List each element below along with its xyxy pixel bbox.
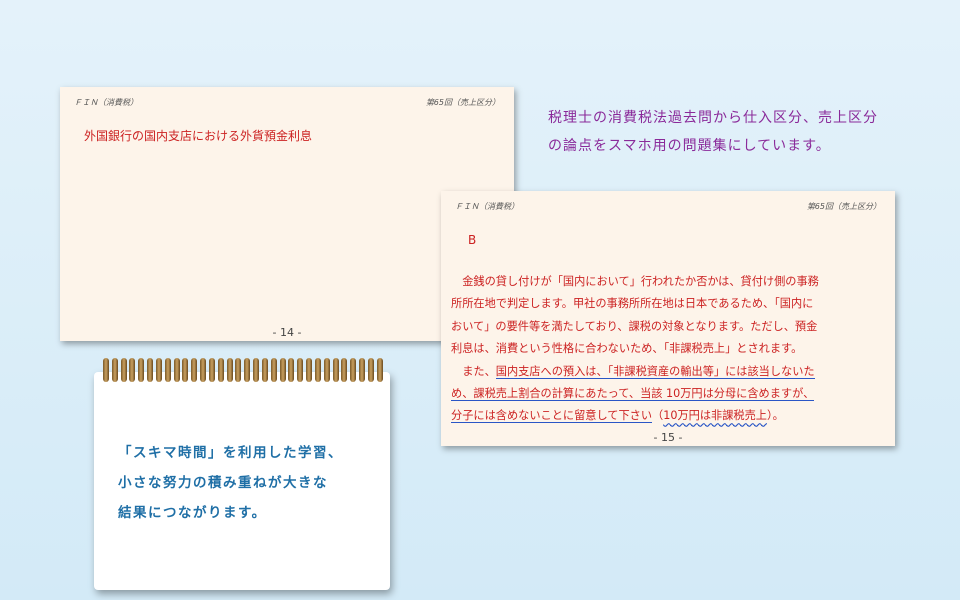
explanation-text: また、 xyxy=(451,364,496,378)
spiral-ring-icon xyxy=(120,358,127,382)
spiral-ring-icon xyxy=(129,358,136,382)
spiral-ring-icon xyxy=(253,358,260,382)
spiral-ring-icon xyxy=(182,358,189,382)
spiral-ring-icon xyxy=(332,358,339,382)
explanation-line: 所所在地で判定します。甲社の事務所所在地は日本であるため、「国内に xyxy=(451,297,814,311)
answer-letter: B xyxy=(468,233,477,247)
spiral-ring-icon xyxy=(226,358,233,382)
spiral-ring-icon xyxy=(235,358,242,382)
spiral-ring-icon xyxy=(270,358,277,382)
explanation-line: め、課税売上割合の計算にあたって、当該 10万円は分母に含めますが、 xyxy=(451,383,891,405)
spiral-ring-icon xyxy=(155,358,162,382)
spiral-binding-icon xyxy=(103,358,383,384)
card-header: ＦＩＮ（消費税） 第65回（売上区分） xyxy=(455,201,881,212)
spiral-ring-icon xyxy=(173,358,180,382)
wavy-underlined-text: 10万円は非課税売上 xyxy=(663,409,767,423)
spiral-ring-icon xyxy=(200,358,207,382)
spiral-ring-icon xyxy=(164,358,171,382)
underlined-text: め、課税売上割合の計算にあたって、当該 10万円は分母に含めますが、 xyxy=(451,387,815,402)
spiral-ring-icon xyxy=(314,358,321,382)
spiral-ring-icon xyxy=(261,358,268,382)
spiral-ring-icon xyxy=(376,358,383,382)
underlined-text: 国内支店への預入は、「非課税資産の輸出等」には該当しないた xyxy=(495,364,815,379)
card-header-left: ＦＩＮ（消費税） xyxy=(455,202,519,211)
page-number: - 15 - xyxy=(653,431,683,444)
spiral-ring-icon xyxy=(191,358,198,382)
spiral-ring-icon xyxy=(103,358,109,382)
spiral-ring-icon xyxy=(297,358,304,382)
notebook-line: 「スキマ時間」を利用した学習、 xyxy=(118,445,343,461)
notebook-line: 小さな努力の積み重ねが大きな xyxy=(118,475,328,491)
explanation-line: おいて」の要件等を満たしており、課税の対象となります。ただし、預金 xyxy=(451,319,818,333)
spiral-ring-icon xyxy=(111,358,118,382)
spiral-ring-icon xyxy=(279,358,286,382)
card-header: ＦＩＮ（消費税） 第65回（売上区分） xyxy=(74,97,500,108)
spiral-ring-icon xyxy=(323,358,330,382)
intro-text: 税理士の消費税法過去問から仕入区分、売上区分 の論点をスマホ用の問題集にしていま… xyxy=(548,104,938,160)
intro-line: の論点をスマホ用の問題集にしています。 xyxy=(548,138,831,154)
spiral-ring-icon xyxy=(341,358,348,382)
card-header-right: 第65回（売上区分） xyxy=(806,202,881,211)
spiral-ring-icon xyxy=(306,358,313,382)
spiral-ring-icon xyxy=(138,358,145,382)
spiral-ring-icon xyxy=(367,358,374,382)
answer-card: ＦＩＮ（消費税） 第65回（売上区分） B 金銭の貸し付けが「国内において」行わ… xyxy=(441,191,895,446)
explanation-line: 分子には含めないことに留意して下さい（10万円は非課税売上）。 xyxy=(451,405,891,427)
explanation-line: また、国内支店への預入は、「非課税資産の輸出等」には該当しないた xyxy=(451,361,891,383)
spiral-ring-icon xyxy=(359,358,366,382)
spiral-ring-icon xyxy=(208,358,215,382)
question-text: 外国銀行の国内支店における外貨預金利息 xyxy=(84,129,313,143)
spiral-notebook: 「スキマ時間」を利用した学習、 小さな努力の積み重ねが大きな 結果につながります… xyxy=(94,372,390,590)
spiral-ring-icon xyxy=(217,358,224,382)
paren-open: （ xyxy=(652,409,664,423)
explanation-line: 金銭の貸し付けが「国内において」行われたか否かは、貸付け側の事務 xyxy=(451,275,819,288)
spiral-ring-icon xyxy=(147,358,154,382)
underlined-text: 分子には含めないことに留意して下さい xyxy=(451,409,653,424)
paren-close: ）。 xyxy=(767,409,784,423)
card-header-right: 第65回（売上区分） xyxy=(425,98,500,107)
notebook-text: 「スキマ時間」を利用した学習、 小さな努力の積み重ねが大きな 結果につながります… xyxy=(118,438,388,528)
card-header-left: ＦＩＮ（消費税） xyxy=(74,98,138,107)
spiral-ring-icon xyxy=(288,358,295,382)
spiral-ring-icon xyxy=(350,358,357,382)
explanation-line: 利息は、消費という性格に合わないため、「非課税売上」とされます。 xyxy=(451,342,803,356)
notebook-line: 結果につながります。 xyxy=(118,505,267,521)
answer-explanation: 金銭の貸し付けが「国内において」行われたか否かは、貸付け側の事務 所所在地で判定… xyxy=(451,271,891,428)
intro-line: 税理士の消費税法過去問から仕入区分、売上区分 xyxy=(548,110,878,126)
spiral-ring-icon xyxy=(244,358,251,382)
